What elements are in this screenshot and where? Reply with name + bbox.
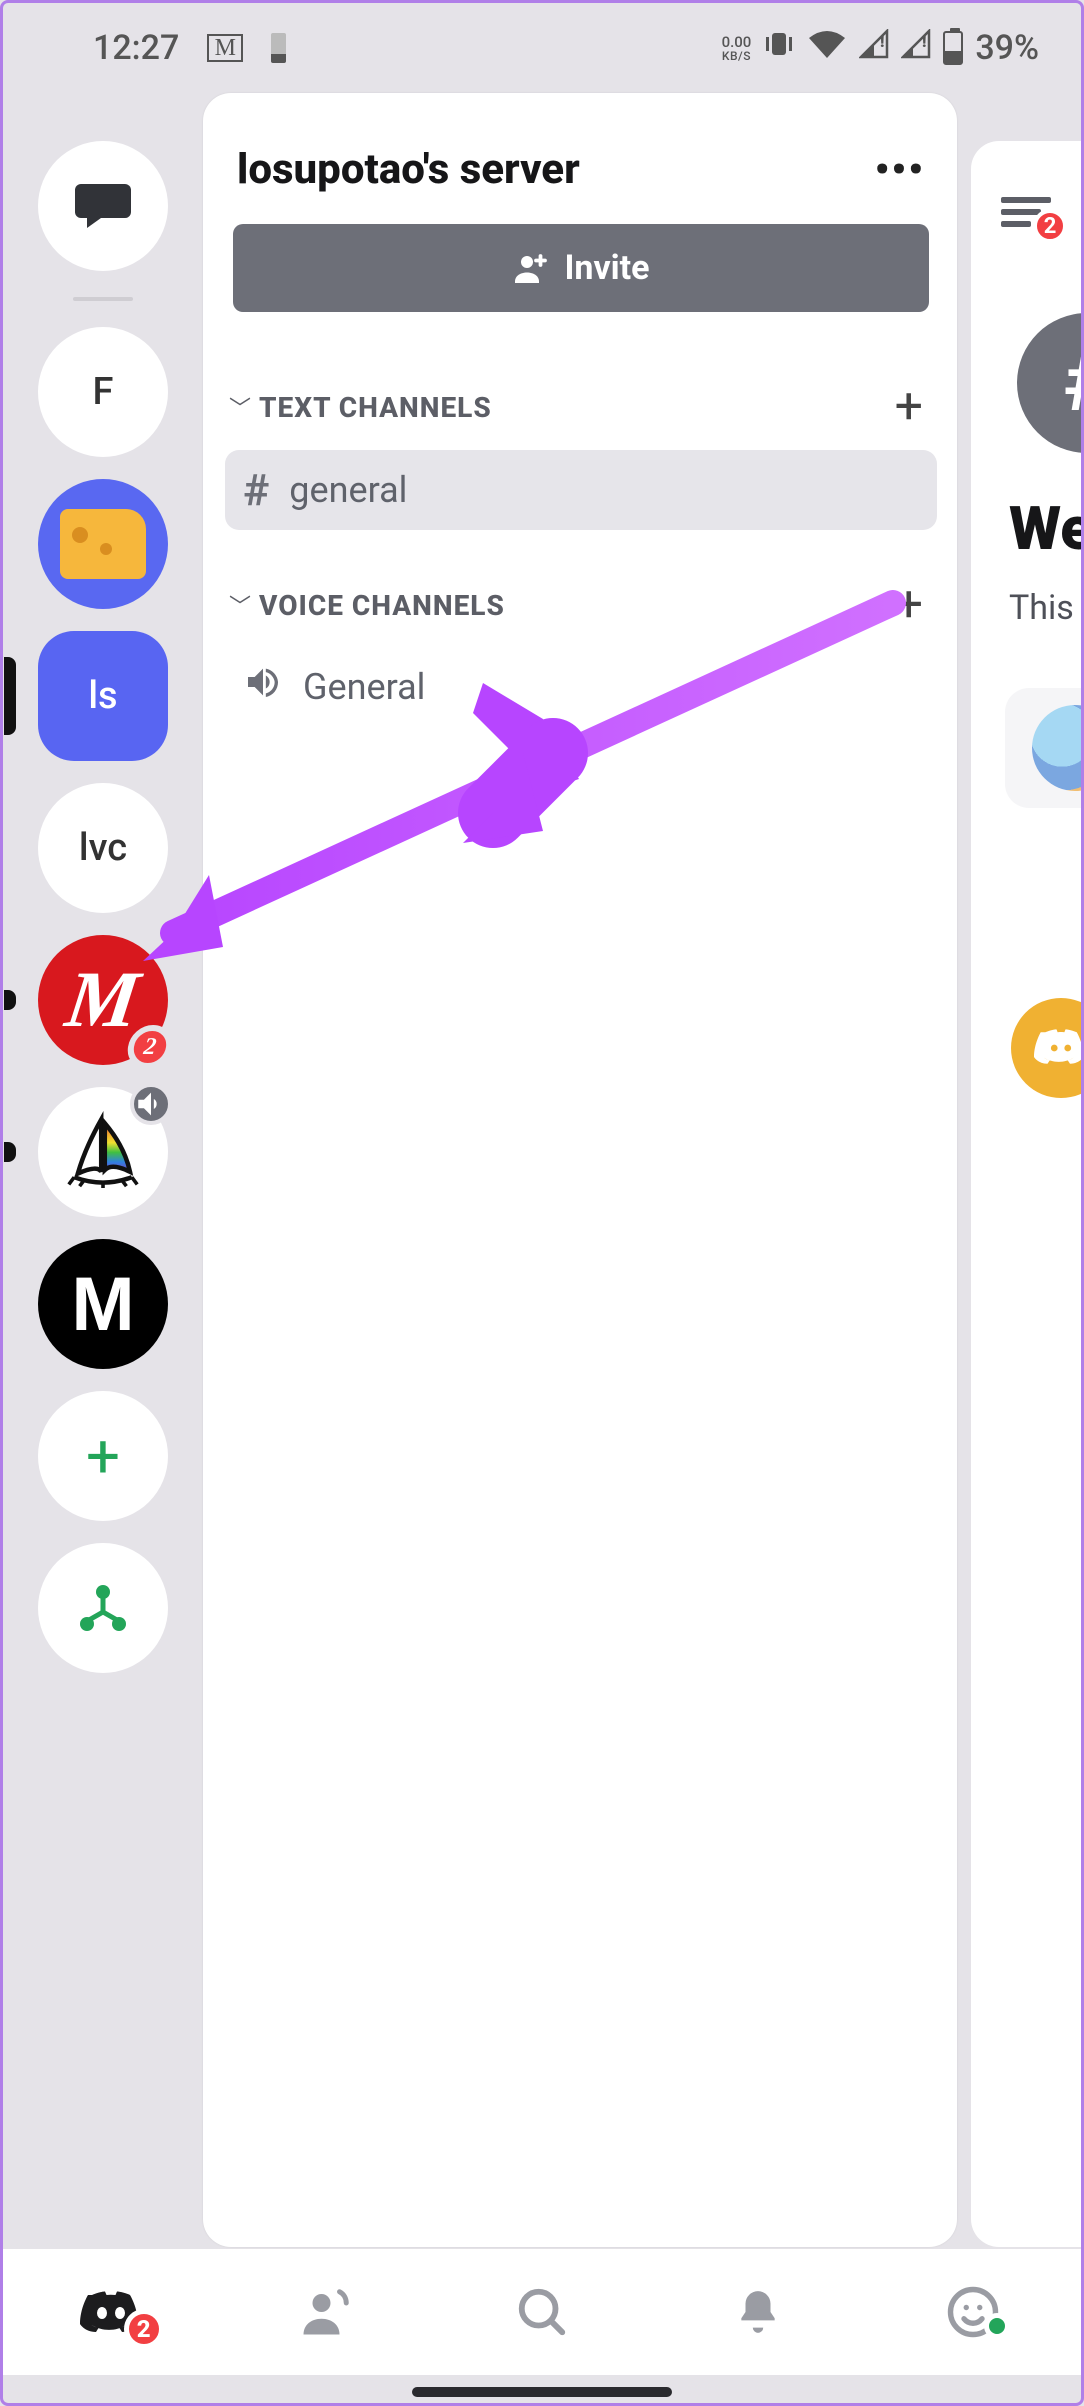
search-icon [515,2285,569,2339]
add-text-channel-button[interactable]: + [895,378,923,436]
server-f[interactable]: F [38,327,168,457]
data-rate: 0.00 KB/S [722,35,752,62]
channel-name: general [289,469,407,511]
welcome-subtitle: This i [1009,588,1081,628]
channel-hash-icon: # [1017,313,1081,453]
channel-panel: losupotao's server ••• Invite ﹀ TEXT CHA… [203,93,957,2247]
bottom-tab-bar: 2 [3,2249,1081,2375]
voice-indicator-icon [130,1083,172,1125]
server-label: M [61,955,145,1046]
notification-badge: 2 [1033,209,1067,243]
welcome-card[interactable] [1005,688,1081,808]
svg-text:!: ! [922,32,926,51]
battery-icon [943,31,963,65]
server-divider [73,297,133,301]
server-lvc[interactable]: lvc [38,783,168,913]
tab-home[interactable]: 2 [3,2287,219,2337]
status-time: 12:27 [93,28,179,68]
section-label: VOICE CHANNELS [259,589,505,622]
hash-icon: # [243,464,269,516]
server-label: lvc [79,826,127,870]
signal-2-icon: ! [901,28,931,68]
server-label: ls [88,674,117,718]
cheese-icon [60,509,146,579]
member-list-button[interactable]: 2 [1001,191,1081,233]
channel-general-text[interactable]: # general [225,450,937,530]
battery-small-icon [271,33,286,63]
add-server-button[interactable]: + [38,1391,168,1521]
server-rail: F ls lvc M 2 [3,93,203,2247]
tab-badge: 2 [124,2309,164,2349]
tab-friends[interactable] [219,2285,435,2339]
more-options-button[interactable]: ••• [875,146,925,193]
tab-search[interactable] [434,2285,650,2339]
server-midjourney[interactable] [38,1087,168,1217]
server-red-m[interactable]: M 2 [38,935,168,1065]
server-cheese[interactable] [38,479,168,609]
channel-general-voice[interactable]: General [225,648,937,725]
welcome-illustration [1032,705,1081,791]
server-ls-selected[interactable]: ls [38,631,168,761]
android-nav-handle[interactable] [412,2387,672,2397]
vibrate-icon [763,28,795,68]
channel-name: General [303,666,425,708]
channel-content-peek[interactable]: 2 # We This i [971,93,1081,2247]
dm-button[interactable] [38,141,168,271]
server-title[interactable]: losupotao's server [237,145,580,194]
presence-indicator [984,2313,1010,2339]
welcome-heading: We [1009,493,1081,564]
hub-icon [75,1580,131,1636]
server-label: F [93,370,114,414]
signal-1-icon: ! [859,28,889,68]
status-bar: 12:27 M 0.00 KB/S ! ! [3,3,1081,93]
chevron-down-icon: ﹀ [229,391,251,423]
section-label: TEXT CHANNELS [259,391,492,424]
friend-wave-icon [299,2285,353,2339]
speaker-icon [243,662,283,711]
tab-profile[interactable] [865,2285,1081,2339]
voice-channels-header[interactable]: ﹀ VOICE CHANNELS + [225,530,937,648]
discord-fab[interactable] [1011,998,1081,1098]
wifi-icon [807,28,847,69]
server-dark-m[interactable]: M [38,1239,168,1369]
invite-icon [512,250,548,286]
battery-text: 39% [975,28,1039,68]
gmail-icon: M [207,34,243,62]
tab-notifications[interactable] [650,2285,866,2339]
server-label: M [71,1261,134,1348]
svg-text:!: ! [880,32,884,51]
plus-icon: + [86,1421,120,1492]
bell-icon [733,2285,783,2339]
add-voice-channel-button[interactable]: + [895,576,923,634]
invite-label: Invite [564,248,649,288]
chevron-down-icon: ﹀ [229,589,251,621]
invite-button[interactable]: Invite [233,224,929,312]
discover-servers-button[interactable] [38,1543,168,1673]
discord-icon [1034,1021,1081,1075]
text-channels-header[interactable]: ﹀ TEXT CHANNELS + [225,332,937,450]
